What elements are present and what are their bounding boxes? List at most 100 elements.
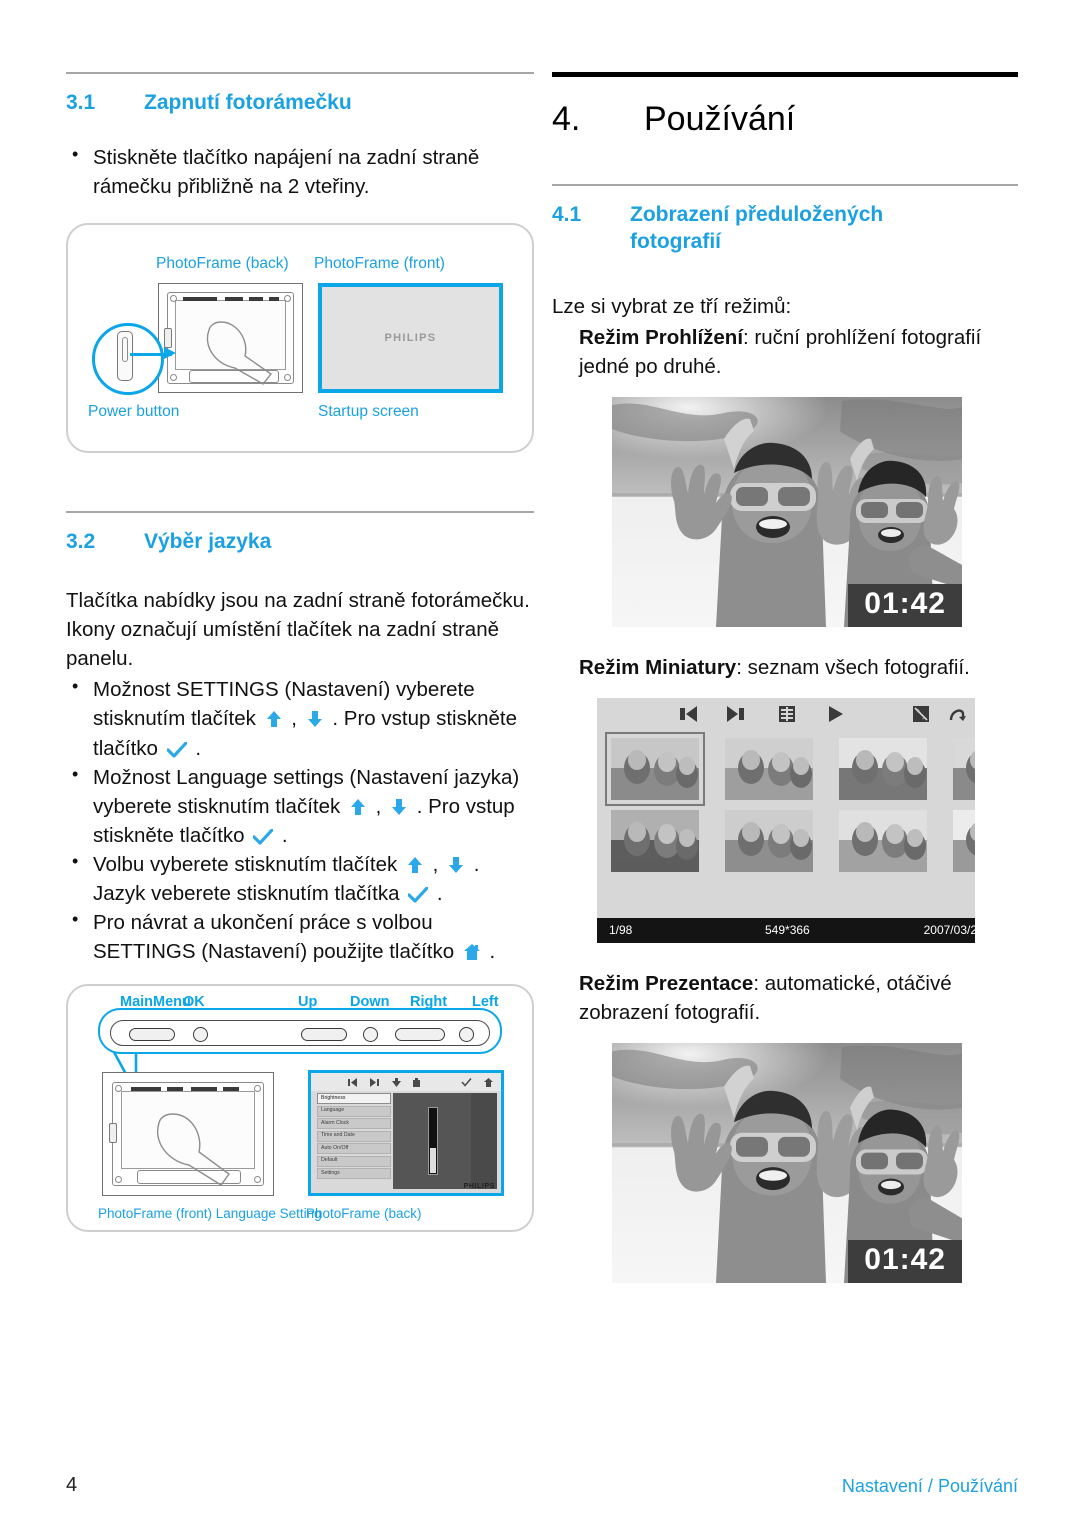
section-3-2-bullets: Možnost SETTINGS (Nastavení) vyberete st…	[66, 674, 534, 966]
divider-left-top	[66, 72, 534, 74]
label-right: Right	[410, 994, 448, 1011]
section-3-2-intro: Tlačítka nabídky jsou na zadní straně fo…	[66, 588, 530, 671]
home-icon[interactable]	[483, 1077, 494, 1088]
settings-side-panel	[471, 1093, 497, 1190]
thumbnail-cell[interactable]	[725, 737, 813, 800]
settings-toolbar	[311, 1073, 501, 1092]
button-ok[interactable]	[193, 1027, 208, 1043]
thumbnail-cell[interactable]	[839, 809, 927, 872]
button-down[interactable]	[363, 1027, 378, 1043]
label-ok: OK	[183, 994, 205, 1011]
heading-3-1: 3.1 Zapnutí fotorámečku	[66, 90, 534, 117]
power-button-icon	[117, 331, 133, 382]
status-index: 1/98	[609, 922, 633, 937]
heading-4-1-title: Zobrazení předuložených fotografií	[630, 202, 884, 253]
caption-startup-screen: Startup screen	[318, 403, 419, 421]
settings-menu-item[interactable]: Default	[317, 1155, 391, 1167]
page-footer: 4 Nastavení / Používání	[66, 1474, 1018, 1500]
heading-3-2-number: 3.2	[66, 530, 96, 554]
page-number: 4	[66, 1474, 78, 1496]
status-resolution: 549*366	[765, 922, 810, 937]
figure-power-on: PhotoFrame (back) PhotoFrame (front) PHI…	[66, 223, 534, 454]
thumbnail-cell[interactable]	[839, 737, 927, 800]
caption-power-button: Power button	[88, 403, 180, 421]
settings-menu-item[interactable]: Language	[317, 1105, 391, 1117]
heading-chapter-4-number: 4.	[552, 100, 581, 138]
down-arrow-icon	[306, 710, 324, 728]
settings-menu-item[interactable]: Alarm Clock	[317, 1118, 391, 1130]
check-icon[interactable]	[461, 1077, 472, 1088]
settings-menu-item[interactable]: Auto On/Off	[317, 1143, 391, 1155]
button-bar-illustration: MainMenu OK Up Down Right Left	[98, 994, 502, 1055]
heading-chapter-4-title: Používání	[644, 100, 796, 138]
settings-menu-item[interactable]: Time and Date	[317, 1130, 391, 1142]
next-icon[interactable]	[725, 704, 747, 724]
button-mainmenu[interactable]	[129, 1028, 175, 1042]
zoom-icon[interactable]: +-	[911, 704, 931, 724]
thumbnail-cell[interactable]	[953, 809, 975, 872]
thumbnail-grid-icon[interactable]	[777, 704, 797, 724]
button-up[interactable]	[301, 1028, 347, 1042]
up-arrow-icon	[349, 798, 367, 816]
modes-intro: Lze si vybrat ze tří režimů:	[552, 294, 792, 318]
callout-arrow-icon	[164, 347, 176, 360]
bullet-text: .	[189, 736, 202, 760]
delete-icon[interactable]	[411, 1077, 422, 1088]
hand-pointer-illustration	[206, 321, 273, 385]
thumbnail-cell[interactable]	[725, 809, 813, 872]
thumbnail-cell[interactable]	[611, 809, 699, 872]
settings-menu-list[interactable]: Brightness Language Alarm Clock Time and Da…	[317, 1093, 391, 1181]
status-date: 2007/03/2	[923, 922, 975, 937]
label-up: Up	[298, 994, 318, 1011]
button-right[interactable]	[395, 1028, 445, 1042]
heading-3-1-number: 3.1	[66, 91, 96, 114]
bullet-text: .	[431, 882, 443, 906]
list-item: Možnost SETTINGS (Nastavení) vyberete st…	[66, 674, 534, 762]
footer-text: Nastavení / Používání	[841, 1476, 1018, 1496]
mode-browse-name: Režim Prohlížení	[579, 325, 744, 349]
thumbnail-mode-screen: + - 1/98 549*366 2007/03/2	[597, 697, 975, 943]
photo-timer-badge: 01:42	[848, 583, 962, 627]
down-arrow-icon	[390, 798, 408, 816]
mode-slideshow-name: Režim Prezentace	[579, 971, 754, 995]
next-icon[interactable]	[369, 1077, 380, 1088]
device-back-illustration	[158, 283, 303, 394]
back-icon[interactable]	[947, 704, 967, 724]
mode-thumbnail-name: Režim Miniatury	[579, 655, 737, 679]
previous-icon[interactable]	[347, 1077, 358, 1088]
philips-logo: PHILIPS	[384, 332, 437, 345]
device-front-illustration	[102, 1072, 274, 1197]
divider-right-top	[552, 72, 1018, 77]
list-item: Možnost Language settings (Nastavení jaz…	[66, 762, 534, 850]
heading-3-2-title: Výběr jazyka	[144, 530, 272, 554]
down-icon[interactable]	[391, 1077, 402, 1088]
mode-browse: Režim Prohlížení: ruční prohlížení fotog…	[552, 323, 1018, 381]
startup-screen-illustration: PHILIPS	[318, 283, 503, 394]
bullet-text: .	[483, 940, 496, 964]
divider-left-mid	[66, 511, 534, 514]
thumbnail-cell[interactable]	[605, 731, 705, 806]
check-icon	[253, 828, 274, 845]
brightness-slider[interactable]	[428, 1107, 438, 1176]
bullet-text: Pro návrat a ukončení práce s volbou SET…	[93, 911, 460, 964]
manual-page: 3.1 Zapnutí fotorámečku Stiskněte tlačít…	[0, 0, 1080, 1532]
button-left[interactable]	[459, 1027, 474, 1043]
caption-photoframe-back: PhotoFrame (back)	[156, 255, 289, 273]
left-column: 3.1 Zapnutí fotorámečku Stiskněte tlačít…	[66, 72, 534, 1233]
heading-3-2: 3.2 Výběr jazyka	[66, 529, 534, 556]
photo-timer-badge: 01:42	[848, 1240, 962, 1284]
bullet-text: ,	[285, 707, 303, 731]
bullet-text: Volbu vyberete stisknutím tlačítek	[93, 852, 403, 876]
photo-slideshow-mode: 01:42	[612, 1043, 962, 1284]
heading-chapter-4: 4. Používání	[552, 99, 1018, 140]
settings-menu-item[interactable]: Brightness	[317, 1093, 391, 1105]
thumbnail-grid	[605, 731, 975, 872]
thumbnail-cell[interactable]	[953, 737, 975, 800]
previous-icon[interactable]	[677, 704, 699, 724]
play-icon[interactable]	[825, 704, 845, 724]
down-arrow-icon	[447, 856, 465, 874]
label-mainmenu: MainMenu	[120, 994, 191, 1011]
philips-logo: PHILIPS	[463, 1183, 495, 1191]
heading-3-1-title: Zapnutí fotorámečku	[144, 91, 352, 114]
settings-menu-item[interactable]: Settings	[317, 1168, 391, 1180]
